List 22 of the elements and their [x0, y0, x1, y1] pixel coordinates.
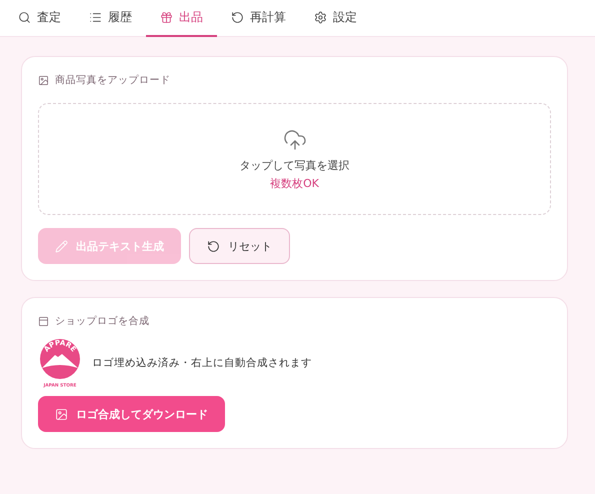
- photo-dropzone[interactable]: タップして写真を選択 複数枚OK: [38, 103, 551, 215]
- settings-icon: [314, 11, 327, 24]
- undo-icon: [231, 11, 244, 24]
- logo-description: ロゴ埋め込み済み・右上に自動合成されます: [92, 356, 312, 370]
- nav-tab[interactable]: 再計算: [217, 0, 300, 37]
- image-icon: [38, 74, 49, 86]
- search-icon: [18, 11, 31, 24]
- nav-tab[interactable]: 履歴: [75, 0, 146, 37]
- card-title: ショップロゴを合成: [55, 314, 150, 328]
- undo-icon: [207, 240, 220, 252]
- gift-icon: [160, 11, 173, 24]
- nav-tab[interactable]: 出品: [146, 0, 217, 37]
- image-icon: [55, 408, 68, 420]
- nav-tab[interactable]: 設定: [300, 0, 371, 37]
- dropzone-note: 複数枚OK: [270, 176, 319, 190]
- nav-tab[interactable]: 査定: [4, 0, 75, 37]
- card-title: 商品写真をアップロード: [55, 74, 170, 87]
- dropzone-text: タップして写真を選択: [240, 158, 350, 172]
- pencil-icon: [55, 240, 68, 252]
- reset-button[interactable]: リセット: [189, 228, 290, 264]
- window-icon: [38, 316, 49, 326]
- upload-icon: [282, 128, 306, 152]
